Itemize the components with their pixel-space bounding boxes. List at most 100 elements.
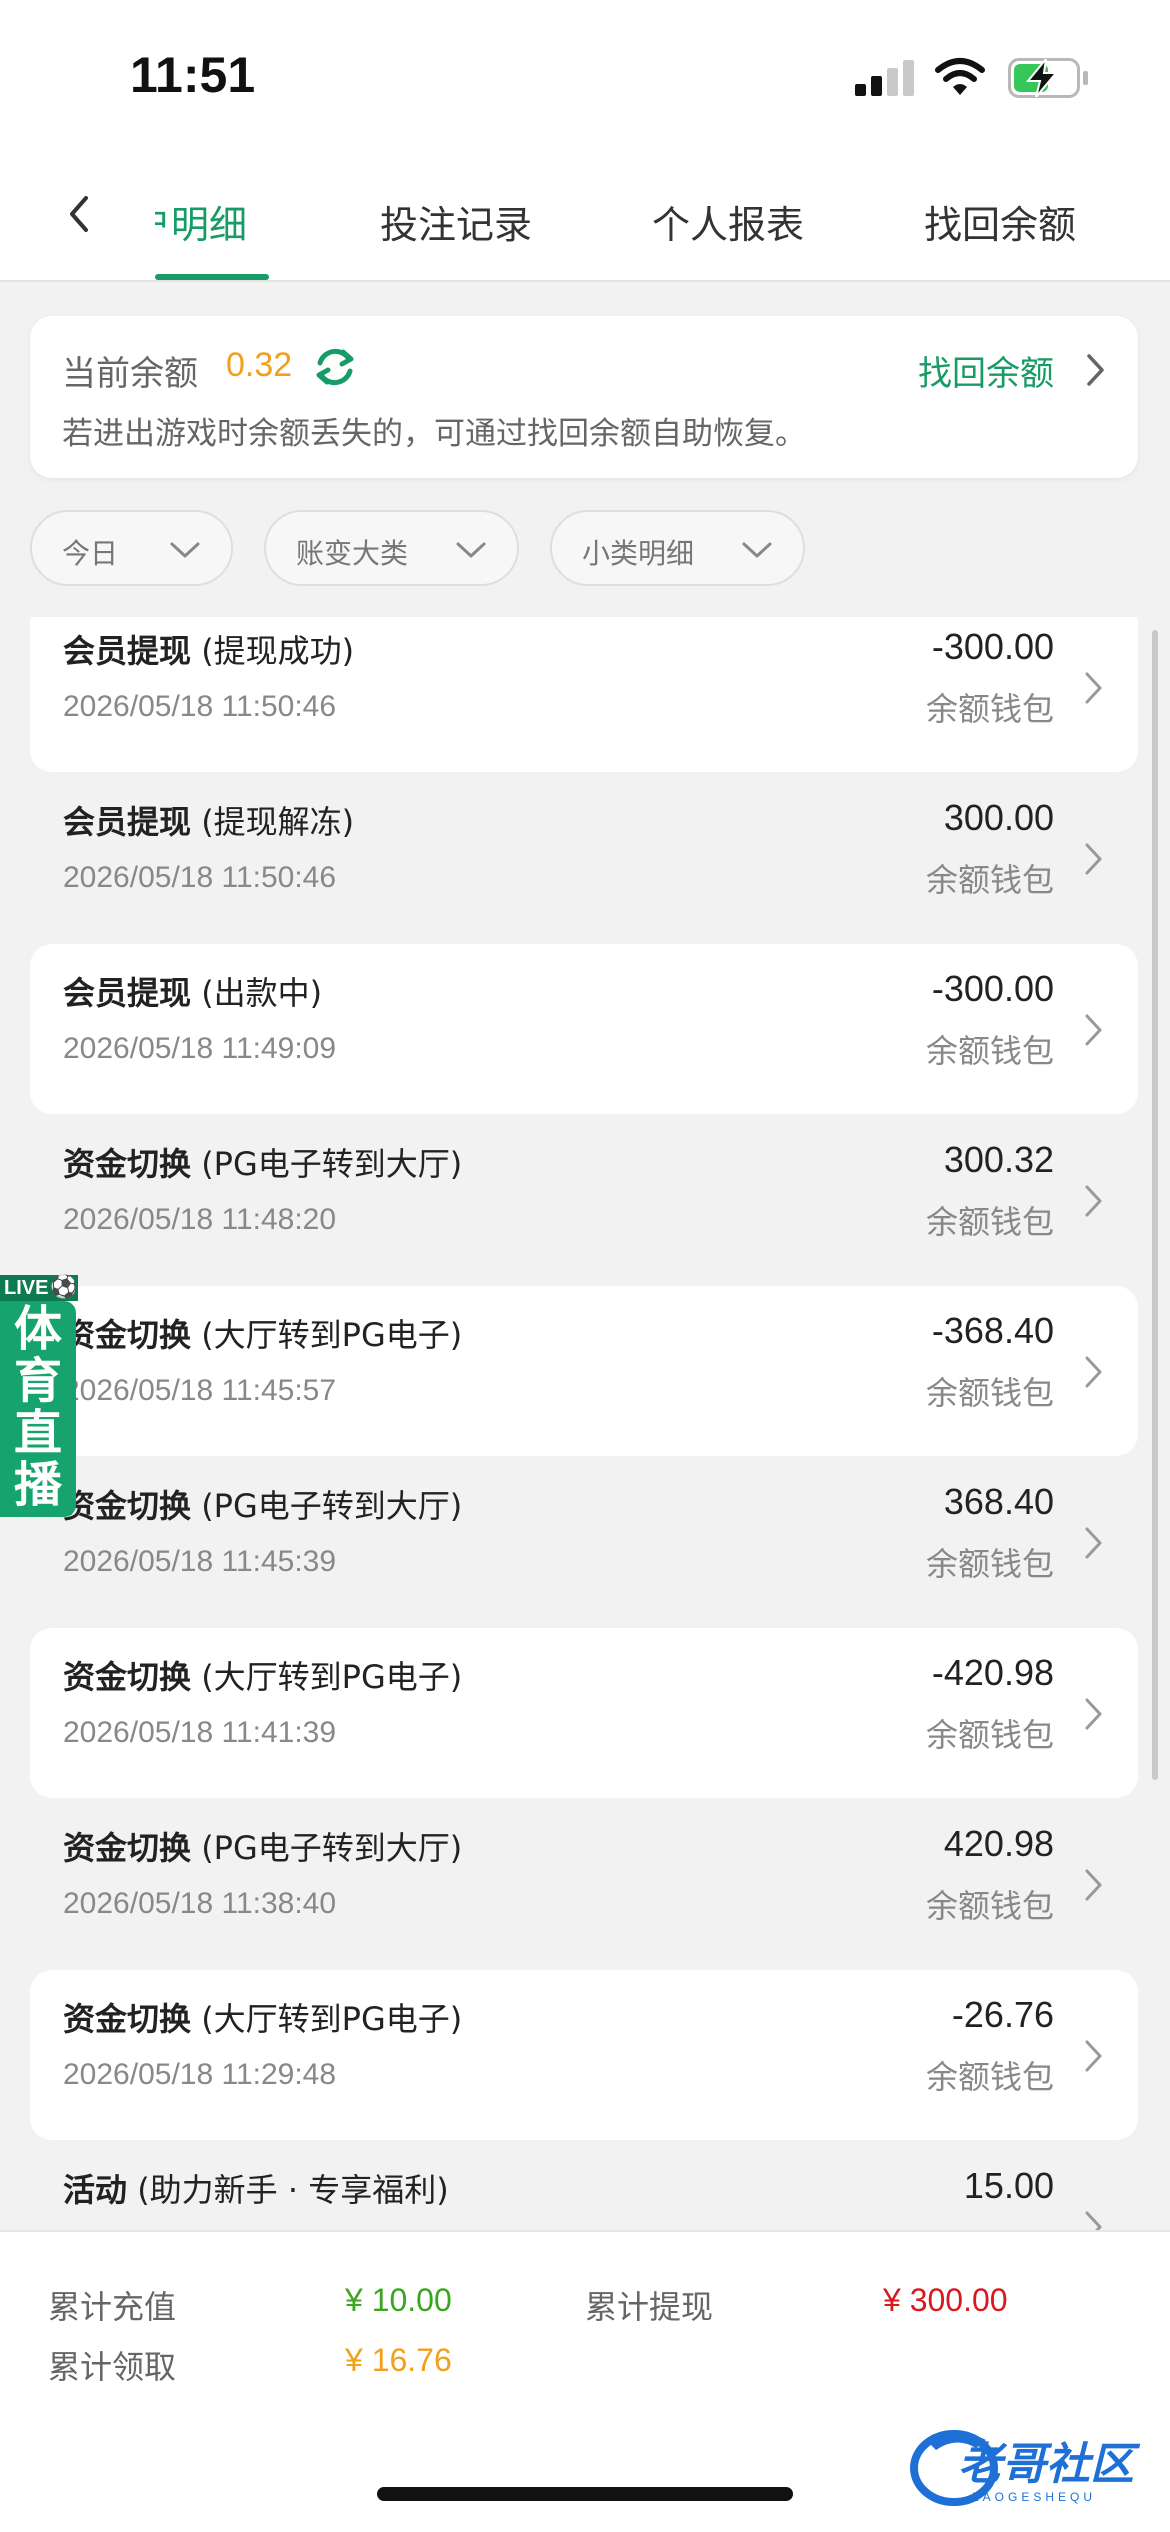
record-detail: (提现成功): [201, 632, 355, 670]
record-detail: (大厅转到PG电子): [201, 1658, 463, 1696]
record-wallet: 余额钱包: [925, 1545, 1054, 1583]
record-type: 会员提现: [63, 974, 192, 1012]
status-time: 11:51: [130, 47, 256, 103]
record-detail: (助力新手 · 专享福利): [137, 2171, 449, 2209]
record-wallet: 余额钱包: [925, 2058, 1054, 2096]
record-amount: 420.98: [943, 1823, 1054, 1864]
refresh-icon[interactable]: [312, 344, 358, 390]
transaction-list: 会员提现 (提现成功) 2026/05/18 11:50:46 -300.00 …: [0, 617, 1170, 2230]
record-amount: 300.00: [943, 797, 1054, 838]
record-detail: (提现解冻): [201, 803, 355, 841]
record-wallet: 余额钱包: [925, 1032, 1054, 1070]
transaction-row[interactable]: 资金切换 (大厅转到PG电子) 2026/05/18 11:45:57 -368…: [30, 1286, 1138, 1456]
tab-bar: 户明细 投注记录 个人报表 找回余额: [0, 150, 1170, 282]
watermark-text: 老哥社区: [958, 2439, 1134, 2490]
cellular-signal-icon: [855, 60, 915, 96]
record-detail: (大厅转到PG电子): [201, 1316, 463, 1354]
record-type: 资金切换: [63, 1658, 192, 1696]
record-time: 2026/05/18 11:41:39: [63, 1716, 337, 1749]
record-time: 2026/05/18 11:38:40: [63, 1887, 337, 1920]
record-amount: -420.98: [931, 1652, 1054, 1693]
filter-date-label: 今日: [62, 537, 119, 570]
record-time: 2026/05/18 11:29:48: [63, 2058, 337, 2091]
wifi-icon: [935, 58, 985, 95]
transaction-row[interactable]: 活动 (助力新手 · 专享福利) 15.00: [30, 2141, 1138, 2230]
record-wallet: 余额钱包: [925, 1374, 1054, 1412]
home-indicator[interactable]: [377, 2487, 793, 2501]
chevron-down-icon: [456, 542, 486, 558]
chevron-right-icon: [1085, 1356, 1102, 1388]
record-time: 2026/05/18 11:50:46: [63, 690, 337, 723]
chevron-right-icon: [1085, 1869, 1102, 1901]
record-amount: -300.00: [931, 626, 1054, 667]
chevron-right-icon: [1085, 1014, 1102, 1046]
total-claim-label: 累计领取: [48, 2348, 177, 2386]
record-detail: (PG电子转到大厅): [201, 1145, 463, 1183]
transaction-row[interactable]: 会员提现 (提现成功) 2026/05/18 11:50:46 -300.00 …: [30, 617, 1138, 772]
filter-category-label: 账变大类: [296, 537, 409, 570]
transaction-row[interactable]: 资金切换 (大厅转到PG电子) 2026/05/18 11:41:39 -420…: [30, 1628, 1138, 1798]
record-detail: (PG电子转到大厅): [201, 1487, 463, 1525]
record-time: 2026/05/18 11:49:09: [63, 1032, 337, 1065]
transaction-row[interactable]: 资金切换 (PG电子转到大厅) 2026/05/18 11:45:39 368.…: [30, 1457, 1138, 1627]
balance-value: 0.32: [226, 346, 293, 384]
filter-subcategory[interactable]: 小类明细: [550, 510, 805, 586]
record-type: 资金切换: [63, 1487, 192, 1525]
transaction-row[interactable]: 资金切换 (大厅转到PG电子) 2026/05/18 11:29:48 -26.…: [30, 1970, 1138, 2140]
chevron-right-icon: [1085, 1698, 1102, 1730]
chevron-right-icon[interactable]: [1080, 350, 1110, 390]
filter-subcategory-label: 小类明细: [582, 537, 695, 570]
filter-category[interactable]: 账变大类: [264, 510, 519, 586]
live-char: 体: [13, 1301, 62, 1357]
chevron-right-icon: [1085, 2211, 1102, 2230]
record-type: 会员提现: [63, 803, 192, 841]
record-time: 2026/05/18 11:45:39: [63, 1545, 337, 1578]
transaction-row[interactable]: 会员提现 (提现解冻) 2026/05/18 11:50:46 300.00 余…: [30, 773, 1138, 943]
scrollbar[interactable]: [1152, 630, 1158, 1780]
tab-recover-balance[interactable]: 找回余额: [924, 194, 1076, 249]
active-tab-indicator: [155, 274, 269, 280]
recover-balance-link[interactable]: 找回余额: [918, 346, 1054, 395]
live-badge-body: 体 育 直 播: [0, 1301, 76, 1517]
total-withdraw-label: 累计提现: [585, 2288, 714, 2326]
record-time: 2026/05/18 11:50:46: [63, 861, 337, 894]
record-amount: -26.76: [951, 1994, 1054, 2035]
total-deposit-value: ¥ 10.00: [345, 2282, 452, 2318]
record-amount: -368.40: [931, 1310, 1054, 1351]
transaction-row[interactable]: 资金切换 (PG电子转到大厅) 2026/05/18 11:38:40 420.…: [30, 1799, 1138, 1969]
record-type: 活动: [63, 2171, 128, 2209]
back-chevron-icon[interactable]: [60, 190, 100, 240]
record-detail: (大厅转到PG电子): [201, 2000, 463, 2038]
record-wallet: 余额钱包: [925, 1887, 1054, 1925]
total-deposit-label: 累计充值: [48, 2288, 177, 2326]
record-type: 会员提现: [63, 632, 192, 670]
record-time: 2026/05/18 11:45:57: [63, 1374, 337, 1407]
live-char: 直: [13, 1405, 62, 1461]
balance-label: 当前余额: [62, 354, 198, 394]
watermark-subtext: LAOGESHEQU: [972, 2490, 1097, 2504]
record-type: 资金切换: [63, 1316, 192, 1354]
soccer-ball-icon: ⚽: [50, 1275, 78, 1300]
balance-hint: 若进出游戏时余额丢失的，可通过找回余额自助恢复。: [62, 416, 806, 452]
record-wallet: 余额钱包: [925, 861, 1054, 899]
transaction-row[interactable]: 会员提现 (出款中) 2026/05/18 11:49:09 -300.00 余…: [30, 944, 1138, 1114]
transaction-row[interactable]: 资金切换 (PG电子转到大厅) 2026/05/18 11:48:20 300.…: [30, 1115, 1138, 1285]
chevron-right-icon: [1085, 672, 1102, 704]
total-claim-value: ¥ 16.76: [345, 2342, 452, 2378]
tab-personal-report[interactable]: 个人报表: [652, 194, 804, 249]
chevron-down-icon: [742, 542, 772, 558]
sports-live-float-button[interactable]: LIVE ⚽ 体 育 直 播: [0, 1275, 78, 1517]
live-char: 播: [13, 1457, 62, 1513]
chevron-right-icon: [1085, 1527, 1102, 1559]
tab-account-detail[interactable]: 户明细: [155, 194, 247, 249]
live-char: 育: [13, 1353, 62, 1409]
record-type: 资金切换: [63, 1829, 192, 1867]
record-amount: 300.32: [943, 1139, 1054, 1180]
total-withdraw-value: ¥ 300.00: [883, 2282, 1008, 2318]
tab-bet-records[interactable]: 投注记录: [380, 194, 532, 249]
filter-date[interactable]: 今日: [30, 510, 233, 586]
status-bar: 11:51: [0, 0, 1170, 150]
record-wallet: 余额钱包: [925, 690, 1054, 728]
chevron-down-icon: [170, 542, 200, 558]
record-detail: (PG电子转到大厅): [201, 1829, 463, 1867]
